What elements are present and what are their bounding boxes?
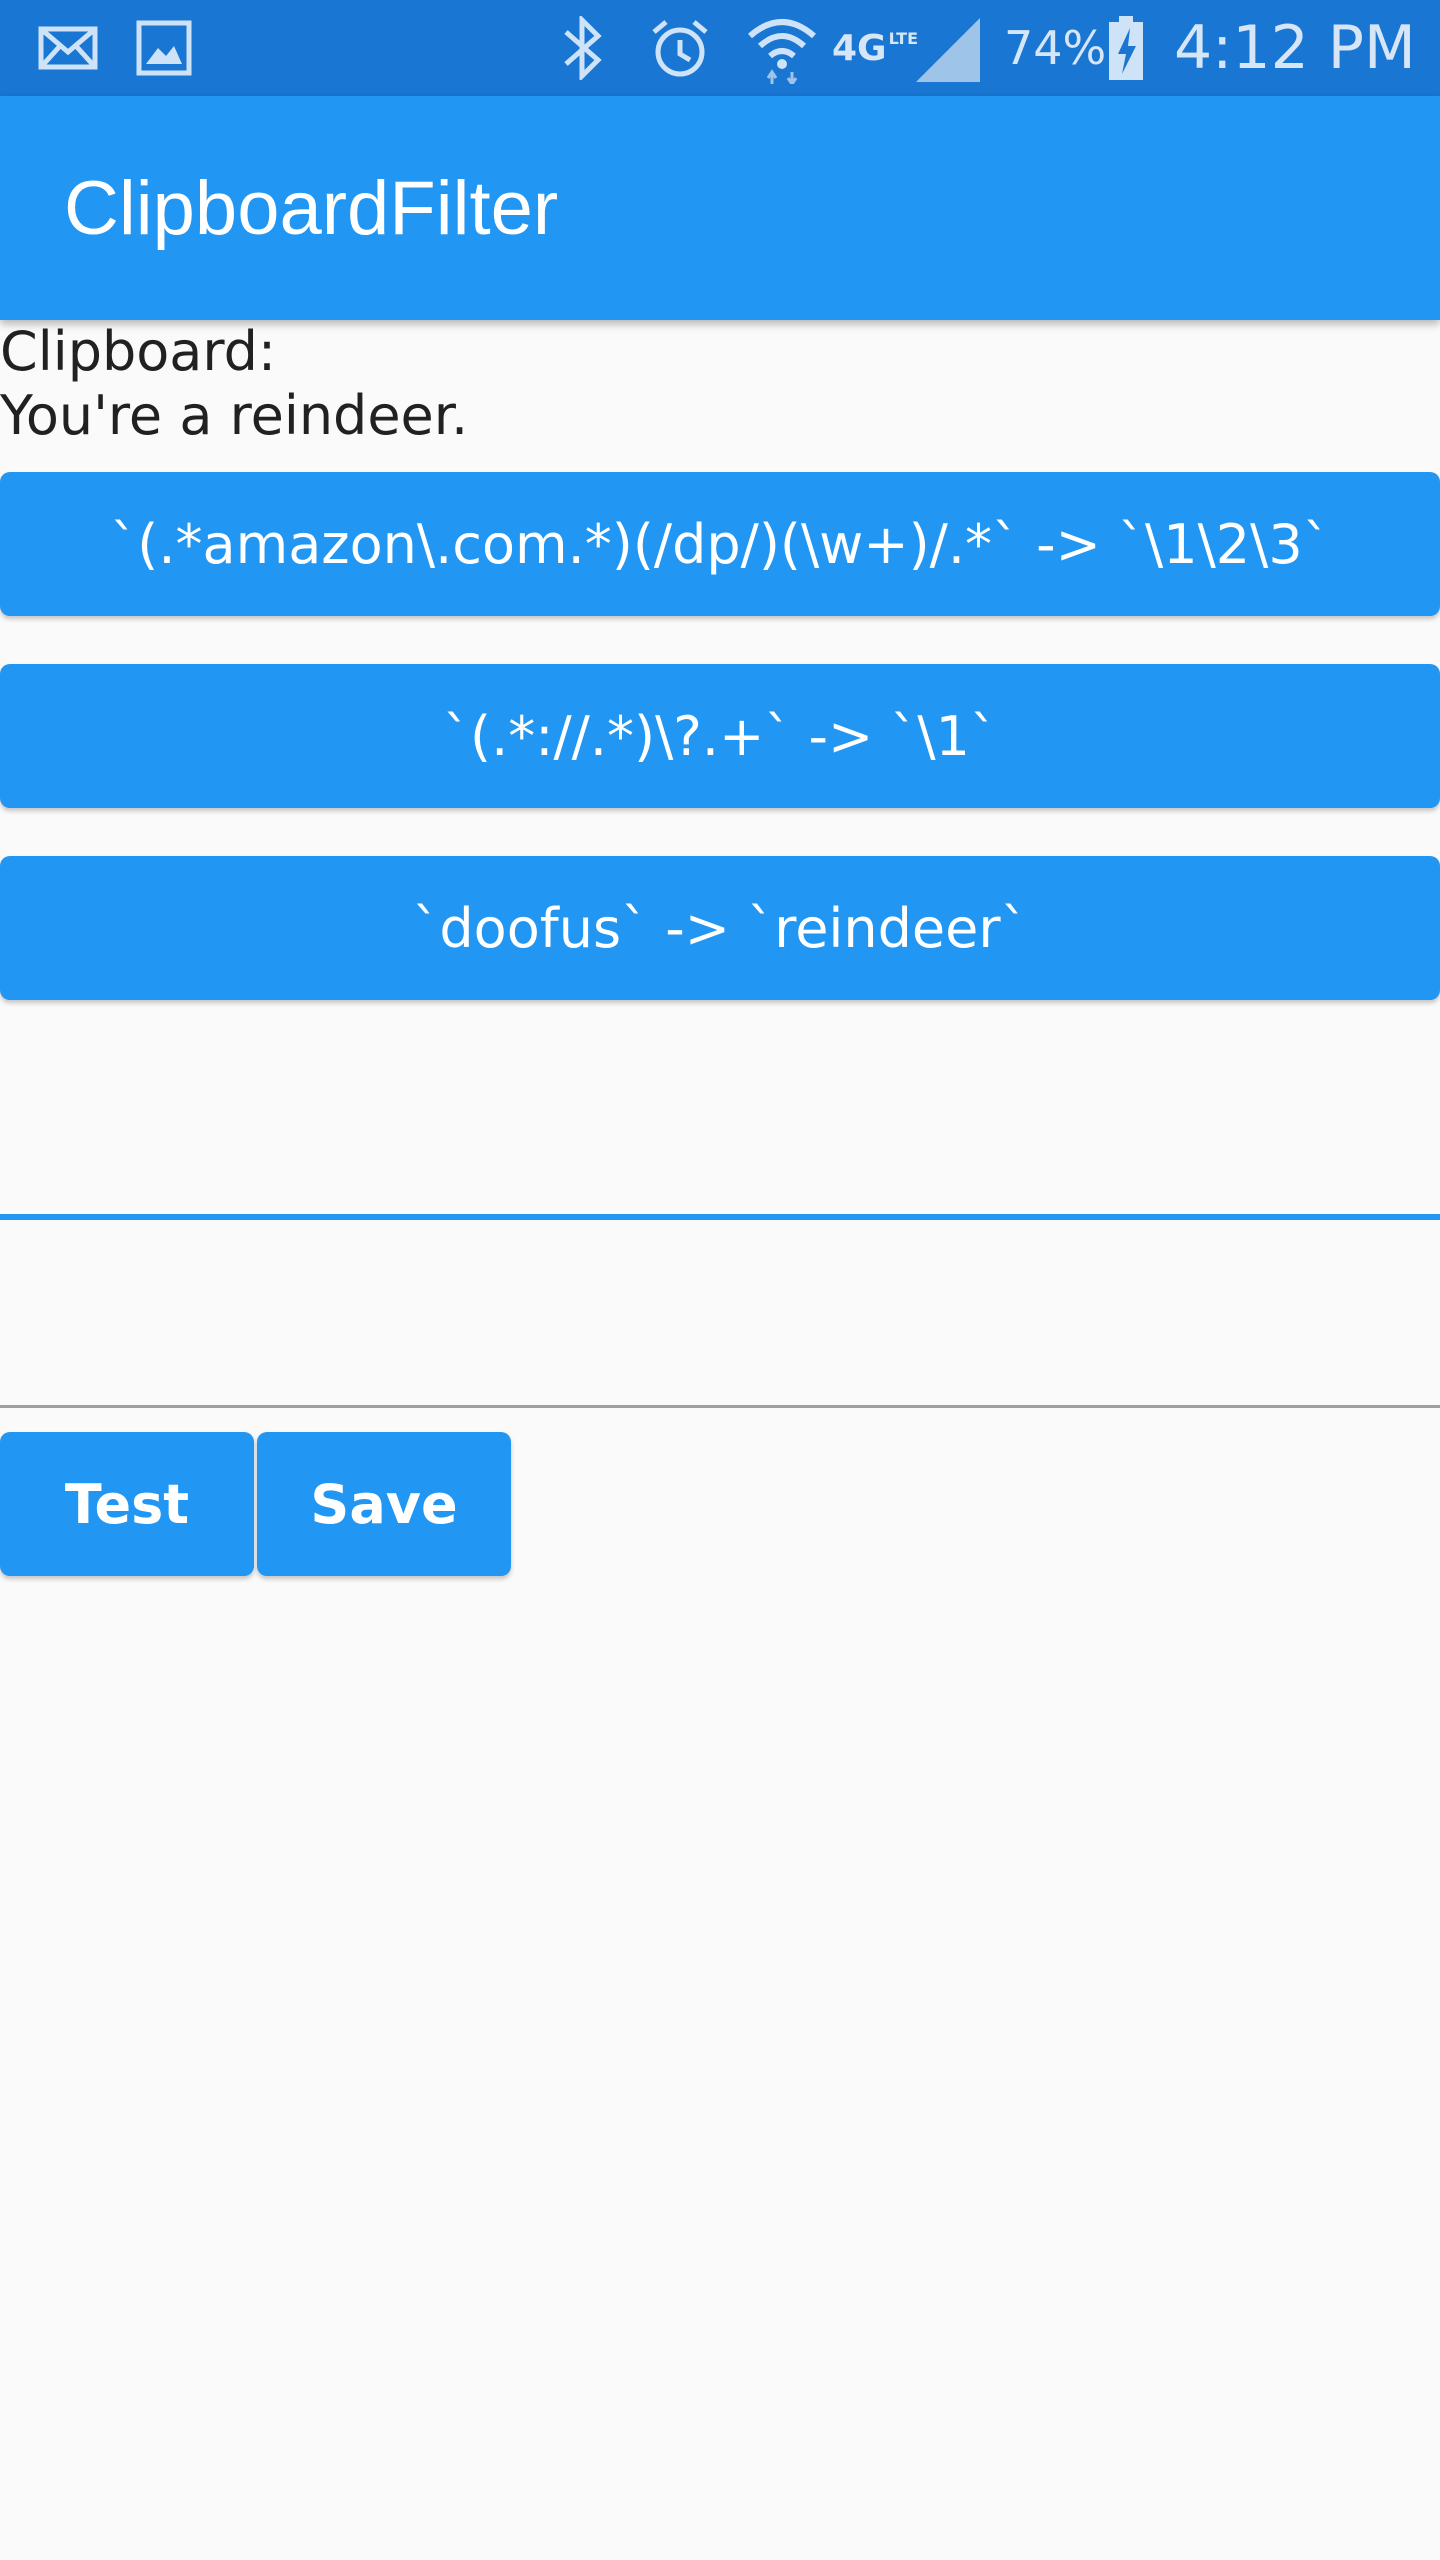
bluetooth-icon: [558, 0, 610, 96]
save-button[interactable]: Save: [257, 1432, 511, 1576]
signal-icon: [912, 0, 984, 96]
clipboard-value: You're a reindeer.: [0, 384, 469, 447]
clock: 4:12 PM: [1174, 13, 1416, 83]
pattern-input[interactable]: [0, 1020, 1440, 1214]
replacement-input[interactable]: [0, 1222, 1440, 1405]
image-icon: [136, 0, 192, 96]
pattern-field: [0, 1020, 1440, 1220]
clipboard-label: Clipboard:: [0, 320, 277, 383]
battery-charging-icon: [1106, 0, 1146, 96]
status-bar: 4G LTE 74% 4:12 PM: [0, 0, 1440, 96]
replacement-field: [0, 1222, 1440, 1408]
network-type: 4G LTE: [832, 27, 918, 69]
mail-icon: [38, 0, 98, 96]
battery-percent: 74%: [1004, 21, 1107, 75]
wifi-icon: [746, 0, 818, 96]
app-title: ClipboardFilter: [64, 165, 559, 251]
app-bar: ClipboardFilter: [0, 96, 1440, 320]
alarm-icon: [648, 0, 712, 96]
filter-button-doofus[interactable]: `doofus` -> `reindeer`: [0, 856, 1440, 1000]
test-button[interactable]: Test: [0, 1432, 254, 1576]
filter-button-amazon[interactable]: `(.*amazon\.com.*)(/dp/)(\w+)/.*` -> `\1…: [0, 472, 1440, 616]
filter-button-query-strip[interactable]: `(.*://.*)\?.+` -> `\1`: [0, 664, 1440, 808]
